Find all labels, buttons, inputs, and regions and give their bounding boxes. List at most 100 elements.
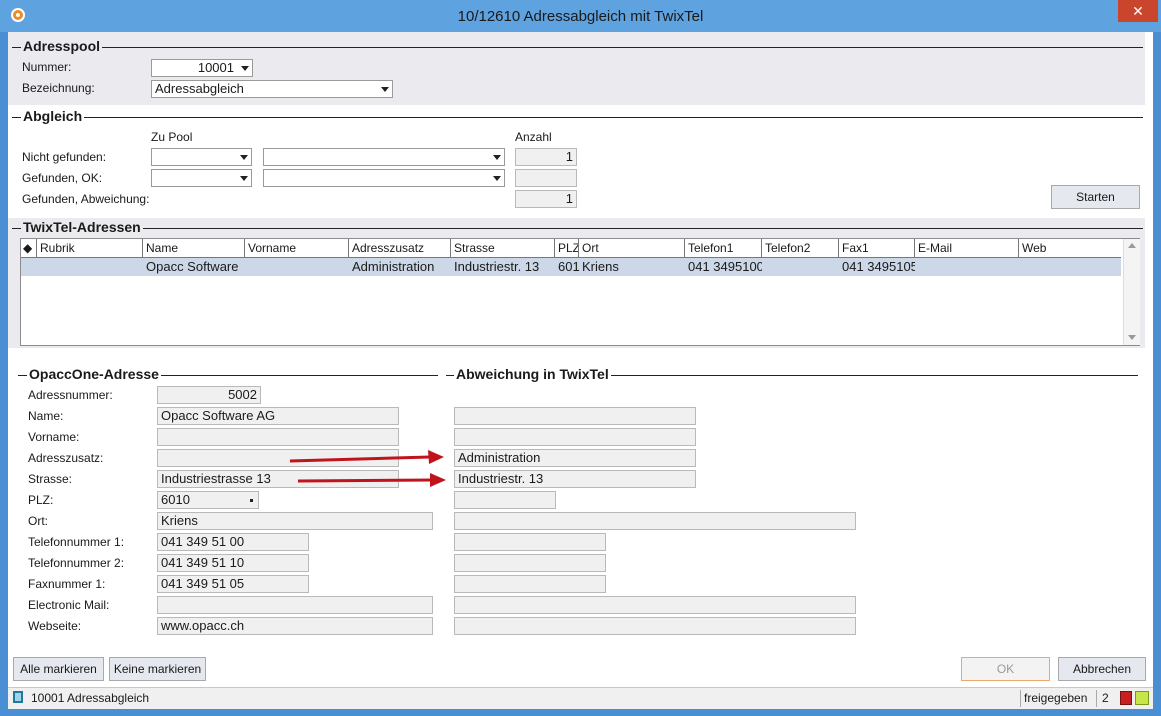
abw-strasse-field: Industriestr. 13 <box>454 470 696 488</box>
col-header-adresszusatz[interactable]: Adresszusatz <box>349 239 451 257</box>
telefon1-label: Telefonnummer 1: <box>28 535 125 549</box>
row-marker-icon: ◆ <box>21 239 37 257</box>
pin-icon[interactable] <box>1120 691 1132 705</box>
status-badge: freigegeben <box>1024 691 1088 705</box>
zu-pool-header: Zu Pool <box>151 130 193 144</box>
fax1-label: Faxnummer 1: <box>28 577 106 591</box>
col-header-fax1[interactable]: Fax1 <box>839 239 915 257</box>
abbrechen-button[interactable]: Abbrechen <box>1058 657 1146 681</box>
vorname-field <box>157 428 399 446</box>
abweichung-title: Abweichung in TwixTel <box>454 366 611 382</box>
table-row[interactable]: Opacc Software Administration Industries… <box>21 258 1121 276</box>
bezeichnung-select[interactable]: Adressabgleich <box>151 80 393 98</box>
gefunden-ok-bezeichnung-select[interactable] <box>263 169 505 187</box>
nicht-gefunden-bezeichnung-select[interactable] <box>263 148 505 166</box>
ort-label: Ort: <box>28 514 48 528</box>
email-field <box>157 596 433 614</box>
status-bar: 10001 Adressabgleich freigegeben 2 <box>8 687 1153 709</box>
grid-scrollbar[interactable] <box>1123 239 1140 345</box>
adresspool-title: Adresspool <box>21 38 103 54</box>
fax1-field: 041 349 51 05 <box>157 575 309 593</box>
gefunden-ok-pool-select[interactable] <box>151 169 252 187</box>
lookup-icon[interactable] <box>250 499 253 502</box>
keine-markieren-button[interactable]: Keine markieren <box>109 657 206 681</box>
starten-button[interactable]: Starten <box>1051 185 1140 209</box>
address-compare-section: OpaccOne-Adresse Abweichung in TwixTel A… <box>8 350 1145 650</box>
nummer-select[interactable]: 10001 <box>151 59 253 77</box>
col-header-rubrik[interactable]: Rubrik <box>37 239 143 257</box>
webseite-field: www.opacc.ch <box>157 617 433 635</box>
status-left-text: 10001 Adressabgleich <box>31 691 150 705</box>
alle-markieren-button[interactable]: Alle markieren <box>13 657 104 681</box>
ort-field: Kriens <box>157 512 433 530</box>
nummer-label: Nummer: <box>22 60 72 74</box>
record-icon <box>13 691 23 703</box>
abgleich-section: Abgleich Zu Pool Anzahl Nicht gefunden: … <box>8 107 1145 217</box>
webseite-label: Webseite: <box>28 619 82 633</box>
chevron-down-icon[interactable] <box>238 61 251 75</box>
gefunden-ok-anzahl <box>515 169 577 187</box>
gefunden-abweichung-anzahl: 1 <box>515 190 577 208</box>
col-header-telefon1[interactable]: Telefon1 <box>685 239 762 257</box>
window-frame: 10/12610 Adressabgleich mit TwixTel ✕ Ad… <box>0 0 1161 716</box>
abgleich-title: Abgleich <box>21 108 85 124</box>
bezeichnung-value: Adressabgleich <box>155 81 244 96</box>
abw-name-field <box>454 407 696 425</box>
col-header-strasse[interactable]: Strasse <box>451 239 555 257</box>
email-label: Electronic Mail: <box>28 598 110 612</box>
col-header-telefon2[interactable]: Telefon2 <box>762 239 839 257</box>
abw-ort-field <box>454 512 856 530</box>
abw-vorname-field <box>454 428 696 446</box>
close-button[interactable]: ✕ <box>1118 0 1158 22</box>
abw-telefon1-field <box>454 533 606 551</box>
adresspool-section: Adresspool Nummer: 10001 Bezeichnung: Ad… <box>8 32 1145 105</box>
adressnummer-label: Adressnummer: <box>28 388 113 402</box>
nummer-value: 10001 <box>197 60 234 75</box>
chevron-down-icon[interactable] <box>490 171 503 185</box>
abw-adresszusatz-field: Administration <box>454 449 696 467</box>
scroll-up-icon[interactable] <box>1128 243 1136 248</box>
abw-telefon2-field <box>454 554 606 572</box>
col-header-web[interactable]: Web <box>1019 239 1121 257</box>
nicht-gefunden-anzahl: 1 <box>515 148 577 166</box>
chevron-down-icon[interactable] <box>378 82 391 96</box>
bezeichnung-label: Bezeichnung: <box>22 81 95 95</box>
vorname-label: Vorname: <box>28 430 80 444</box>
arrow-adresszusatz-icon <box>289 450 444 464</box>
abw-plz-field <box>454 491 556 509</box>
scroll-down-icon[interactable] <box>1128 335 1136 340</box>
strasse-label: Strasse: <box>28 472 73 486</box>
gefunden-abweichung-label: Gefunden, Abweichung: <box>22 192 150 206</box>
chevron-down-icon[interactable] <box>237 171 250 185</box>
plz-label: PLZ: <box>28 493 54 507</box>
chevron-down-icon[interactable] <box>490 150 503 164</box>
telefon2-label: Telefonnummer 2: <box>28 556 125 570</box>
nicht-gefunden-pool-select[interactable] <box>151 148 252 166</box>
gefunden-ok-label: Gefunden, OK: <box>22 171 103 185</box>
nicht-gefunden-label: Nicht gefunden: <box>22 150 107 164</box>
ok-button[interactable]: OK <box>961 657 1050 681</box>
telefon2-field: 041 349 51 10 <box>157 554 309 572</box>
abw-webseite-field <box>454 617 856 635</box>
grid-header: ◆ Rubrik Name Vorname Adresszusatz Stras… <box>21 239 1121 258</box>
twixtel-grid[interactable]: ◆ Rubrik Name Vorname Adresszusatz Stras… <box>20 238 1140 346</box>
arrow-strasse-icon <box>297 473 446 487</box>
col-header-email[interactable]: E-Mail <box>915 239 1019 257</box>
abw-fax1-field <box>454 575 606 593</box>
col-header-ort[interactable]: Ort <box>579 239 685 257</box>
twixtel-section: TwixTel-Adressen ◆ Rubrik Name Vorname A… <box>8 218 1145 348</box>
title-bar[interactable]: 10/12610 Adressabgleich mit TwixTel ✕ <box>0 0 1161 32</box>
resize-icon[interactable] <box>1135 691 1149 705</box>
telefon1-field: 041 349 51 00 <box>157 533 309 551</box>
adressnummer-field: 5002 <box>157 386 261 404</box>
col-header-vorname[interactable]: Vorname <box>245 239 349 257</box>
status-count: 2 <box>1102 691 1109 705</box>
chevron-down-icon[interactable] <box>237 150 250 164</box>
col-header-name[interactable]: Name <box>143 239 245 257</box>
col-header-plz[interactable]: PLZ <box>555 239 579 257</box>
name-label: Name: <box>28 409 64 423</box>
name-field: Opacc Software AG <box>157 407 399 425</box>
opaccone-title: OpaccOne-Adresse <box>27 366 161 382</box>
window-title: 10/12610 Adressabgleich mit TwixTel <box>457 8 704 25</box>
twixtel-title: TwixTel-Adressen <box>21 219 143 235</box>
